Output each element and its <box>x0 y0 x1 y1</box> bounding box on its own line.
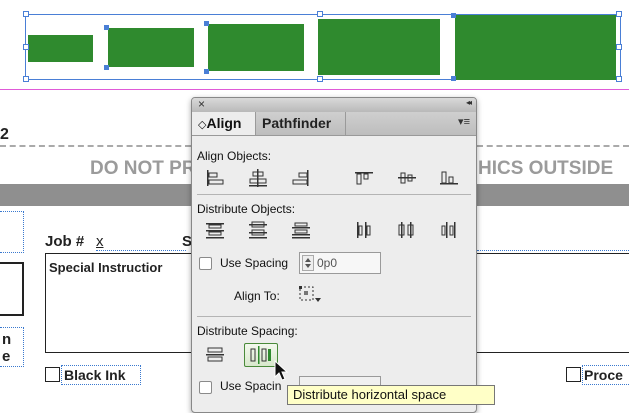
distribute-horizontal-centers-icon[interactable] <box>396 220 418 240</box>
black-ink-label: Black Ink <box>64 367 126 383</box>
anchor-point <box>104 65 109 70</box>
selection-handle[interactable] <box>616 76 622 82</box>
panel-tabbar: ◇Align Pathfinder ▾≡ <box>192 112 476 136</box>
anchor-point <box>104 25 109 30</box>
side-fragment-2: e <box>2 348 11 365</box>
green-rectangle-1[interactable] <box>28 35 93 62</box>
distribute-right-edges-icon[interactable] <box>438 220 460 240</box>
distribute-vertical-space-icon[interactable] <box>204 345 226 365</box>
banner-text-left: DO NOT PR <box>90 158 196 179</box>
align-top-edges-icon[interactable] <box>353 168 375 188</box>
panel-titlebar[interactable]: × ◂◂ <box>192 98 476 113</box>
dashed-guide <box>477 145 629 147</box>
anchor-point <box>451 13 456 18</box>
green-rectangle-3[interactable] <box>208 24 304 71</box>
anchor-point <box>204 21 209 26</box>
align-horizontal-centers-icon[interactable] <box>247 168 269 188</box>
process-checkbox[interactable] <box>566 367 581 382</box>
tab-pathfinder-label: Pathfinder <box>262 115 332 131</box>
distribute-spacing-label: Distribute Spacing: <box>197 324 298 338</box>
tab-align-label: Align <box>206 115 242 131</box>
anchor-point <box>451 76 456 81</box>
tab-pathfinder[interactable]: Pathfinder <box>256 112 346 135</box>
process-label: Proce <box>584 367 623 383</box>
job-label: Job # <box>45 233 85 250</box>
align-objects-label: Align Objects: <box>197 149 272 163</box>
panel-divider <box>197 316 471 317</box>
tooltip: Distribute horizontal space <box>287 385 495 405</box>
panel-menu-icon[interactable]: ▾≡ <box>458 115 470 128</box>
panel-divider <box>197 194 471 195</box>
job-line-right <box>477 250 629 251</box>
distribute-bottom-edges-icon[interactable] <box>290 220 312 240</box>
align-right-edges-icon[interactable] <box>290 168 312 188</box>
special-instructions-box-right <box>477 253 629 353</box>
margin-guide <box>0 89 629 90</box>
align-bottom-edges-icon[interactable] <box>438 168 460 188</box>
selection-handle[interactable] <box>317 11 323 17</box>
spacing-value[interactable]: 0p0 <box>317 256 337 270</box>
selection-handle[interactable] <box>616 11 622 17</box>
mouse-cursor-icon <box>274 359 290 382</box>
spacing-stepper[interactable]: 0p0 <box>299 252 381 274</box>
use-spacing-label: Use Spacing <box>220 256 289 270</box>
green-rectangle-4[interactable] <box>318 19 440 75</box>
collapse-icon[interactable]: ◂◂ <box>466 98 472 107</box>
side-fragment-1: n <box>2 331 12 348</box>
text-frame[interactable] <box>0 211 24 253</box>
selection-handle[interactable] <box>23 44 29 50</box>
stepper-arrows-icon[interactable] <box>302 255 314 271</box>
use-spacing-2-label: Use Spacin <box>220 379 282 393</box>
job-value: x <box>96 233 104 250</box>
use-spacing-checkbox[interactable] <box>199 257 212 270</box>
close-icon[interactable]: × <box>198 98 205 111</box>
job-underline <box>96 250 186 251</box>
align-left-edges-icon[interactable] <box>204 168 226 188</box>
banner-text-right: HICS OUTSIDE <box>478 158 614 179</box>
left-edge-fragment: 2 <box>0 126 9 143</box>
distribute-objects-label: Distribute Objects: <box>197 202 296 216</box>
distribute-horizontal-space-icon[interactable] <box>244 343 278 367</box>
selection-handle[interactable] <box>23 76 29 82</box>
green-rectangle-2[interactable] <box>108 28 194 67</box>
align-vertical-centers-icon[interactable] <box>396 168 418 188</box>
distribute-top-edges-icon[interactable] <box>204 220 226 240</box>
distribute-left-edges-icon[interactable] <box>353 220 375 240</box>
selection-handle[interactable] <box>616 44 622 50</box>
align-to-label: Align To: <box>234 289 280 303</box>
align-panel: × ◂◂ ◇Align Pathfinder ▾≡ Align Objects:… <box>191 97 477 413</box>
distribute-vertical-centers-icon[interactable] <box>247 220 269 240</box>
tab-align[interactable]: ◇Align <box>192 112 256 135</box>
special-instructions-label: Special Instructior <box>49 260 163 275</box>
align-to-selection-icon[interactable] <box>298 285 324 305</box>
black-ink-checkbox[interactable] <box>45 367 60 382</box>
green-rectangle-5[interactable] <box>455 15 616 80</box>
selection-handle[interactable] <box>317 76 323 82</box>
dashed-guide <box>0 145 191 147</box>
use-spacing-2-checkbox[interactable] <box>199 381 212 394</box>
selection-handle[interactable] <box>23 11 29 17</box>
anchor-point <box>204 69 209 74</box>
left-side-box <box>0 262 24 316</box>
